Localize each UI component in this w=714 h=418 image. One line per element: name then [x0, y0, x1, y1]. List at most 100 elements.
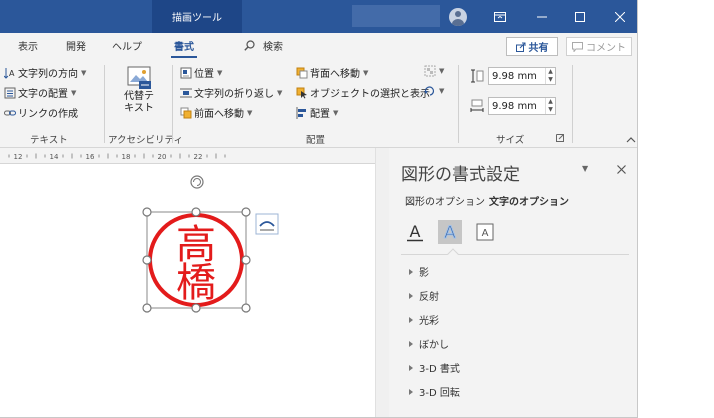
shape-height-input[interactable]: 9.98 mm ▲ ▼ — [488, 67, 556, 85]
section-shadow[interactable]: 影 — [409, 264, 429, 279]
document-canvas[interactable]: 高 橋 — [0, 164, 375, 417]
text-direction-button[interactable]: A 文字列の方向 ▼ — [4, 65, 86, 80]
section-3d-rotation[interactable]: 3-D 回転 — [409, 384, 460, 399]
align-text-label: 文字の配置 — [18, 89, 68, 100]
tab-format[interactable]: 書式 — [171, 38, 197, 58]
align-text-button[interactable]: 文字の配置 ▼ — [4, 85, 76, 100]
section-label: 反射 — [419, 292, 439, 303]
close-icon — [615, 11, 625, 22]
tab-help[interactable]: ヘルプ — [112, 38, 142, 53]
section-label: 光彩 — [419, 316, 439, 327]
shape-width-input[interactable]: 9.98 mm ▲ ▼ — [488, 97, 556, 115]
tab-text-options[interactable]: 文字のオプション — [489, 193, 569, 208]
group-objects-icon — [424, 65, 436, 77]
wrap-text-button[interactable]: 文字列の折り返し ▼ — [180, 85, 282, 100]
close-window-button[interactable] — [602, 0, 637, 33]
section-glow[interactable]: 光彩 — [409, 312, 439, 327]
shape-width-icon — [470, 99, 484, 112]
link-icon — [4, 110, 16, 115]
tab-shape-options[interactable]: 図形のオプション — [405, 193, 485, 208]
section-label: ぼかし — [419, 340, 449, 351]
maximize-button[interactable] — [562, 0, 598, 33]
align-objects-button[interactable]: 配置 ▼ — [296, 105, 338, 120]
textbox-layout-button[interactable]: A — [473, 220, 497, 244]
arrange-group-label: 配置 — [306, 135, 326, 146]
search-icon — [244, 40, 255, 51]
minimize-icon — [537, 16, 547, 17]
collapse-ribbon-icon[interactable] — [626, 136, 636, 143]
text-effects-button[interactable]: A — [438, 220, 462, 244]
stamp-char-2: 橋 — [176, 260, 216, 306]
text-effects-icon: A — [444, 223, 457, 243]
bring-forward-label: 前面へ移動 — [194, 109, 244, 120]
ruler-number: 16 — [86, 153, 95, 161]
ruler-number: 14 — [50, 153, 59, 161]
alt-text-button[interactable]: 代替テ キスト — [116, 65, 162, 127]
ribbon: A 文字列の方向 ▼ 文字の配置 ▼ リンクの作成 テキスト 代替テ キスト アクセ… — [0, 59, 637, 148]
share-button[interactable]: 共有 — [506, 37, 558, 56]
expand-arrow-icon — [409, 316, 413, 323]
alt-text-icon — [127, 66, 151, 89]
comment-icon — [572, 41, 583, 52]
align-objects-label: 配置 — [310, 109, 330, 120]
ruler-number: 20 — [158, 153, 167, 161]
textbox-icon: A — [476, 223, 494, 241]
text-fill-outline-button[interactable]: A — [403, 220, 427, 244]
ruler-scale: 12 14 16 18 20 22 — [8, 153, 226, 161]
text-group-label: テキスト — [30, 135, 68, 146]
title-search-box[interactable] — [352, 5, 440, 27]
expand-arrow-icon — [409, 268, 413, 275]
tell-me-search[interactable]: 検索 — [244, 38, 283, 53]
bring-forward-icon — [180, 107, 192, 118]
section-label: 3-D 回転 — [419, 388, 460, 399]
section-soft-edges[interactable]: ぼかし — [409, 336, 449, 351]
section-label: 3-D 書式 — [419, 364, 460, 375]
format-shape-pane: 図形の書式設定 ▼ 図形のオプション 文字のオプション A A A 影 反射 光… — [389, 148, 637, 417]
selection-pane-button[interactable]: オブジェクトの選択と表示 — [296, 85, 430, 100]
alt-text-label-line1: 代替テ — [124, 91, 154, 102]
context-tab-label: 描画ツール — [172, 13, 222, 24]
rotate-icon — [424, 86, 435, 96]
section-3d-format[interactable]: 3-D 書式 — [409, 360, 460, 375]
vertical-scrollbar[interactable] — [375, 148, 389, 417]
layout-options-button[interactable] — [255, 213, 279, 235]
group-separator — [104, 65, 105, 143]
pane-options-dropdown[interactable]: ▼ — [582, 164, 588, 173]
selected-shape-layer: 高 橋 — [142, 175, 279, 313]
height-spinner[interactable]: ▲ ▼ — [545, 68, 555, 84]
rotate-handle[interactable] — [190, 175, 204, 189]
position-button[interactable]: 位置 ▼ — [180, 65, 222, 80]
ribbon-display-button[interactable] — [482, 0, 518, 33]
svg-text:A: A — [482, 228, 489, 239]
pane-close-icon[interactable] — [617, 165, 626, 174]
svg-text:A: A — [9, 69, 15, 78]
send-backward-button[interactable]: 背面へ移動 ▼ — [296, 65, 368, 80]
comments-button[interactable]: コメント — [566, 37, 632, 56]
create-link-button[interactable]: リンクの作成 — [4, 105, 78, 120]
title-bar: 描画ツール — [0, 0, 637, 33]
group-separator — [572, 65, 573, 143]
account-button[interactable] — [440, 0, 476, 33]
ruler-number: 12 — [14, 153, 23, 161]
pane-divider — [401, 254, 629, 255]
expand-arrow-icon — [409, 388, 413, 395]
alt-text-label-line2: キスト — [124, 103, 154, 114]
tab-developer[interactable]: 開発 — [66, 38, 86, 53]
width-spinner[interactable]: ▲ ▼ — [545, 98, 555, 114]
size-dialog-launcher-icon[interactable] — [556, 134, 564, 142]
align-text-icon — [4, 87, 16, 98]
drawing-tools-context-tab[interactable]: 描画ツール — [152, 0, 242, 33]
shape-height-icon — [471, 69, 484, 83]
avatar — [449, 7, 467, 26]
bring-forward-button[interactable]: 前面へ移動 ▼ — [180, 105, 252, 120]
svg-text:A: A — [444, 223, 456, 242]
maximize-icon — [575, 11, 585, 22]
expand-arrow-icon — [409, 340, 413, 347]
group-objects-button[interactable]: ▼ — [424, 65, 444, 77]
minimize-button[interactable] — [524, 0, 560, 33]
section-reflection[interactable]: 反射 — [409, 288, 439, 303]
align-objects-icon — [296, 106, 306, 119]
tab-view[interactable]: 表示 — [18, 38, 38, 53]
group-separator — [458, 65, 459, 143]
rotate-button[interactable]: ▼ — [424, 85, 444, 97]
